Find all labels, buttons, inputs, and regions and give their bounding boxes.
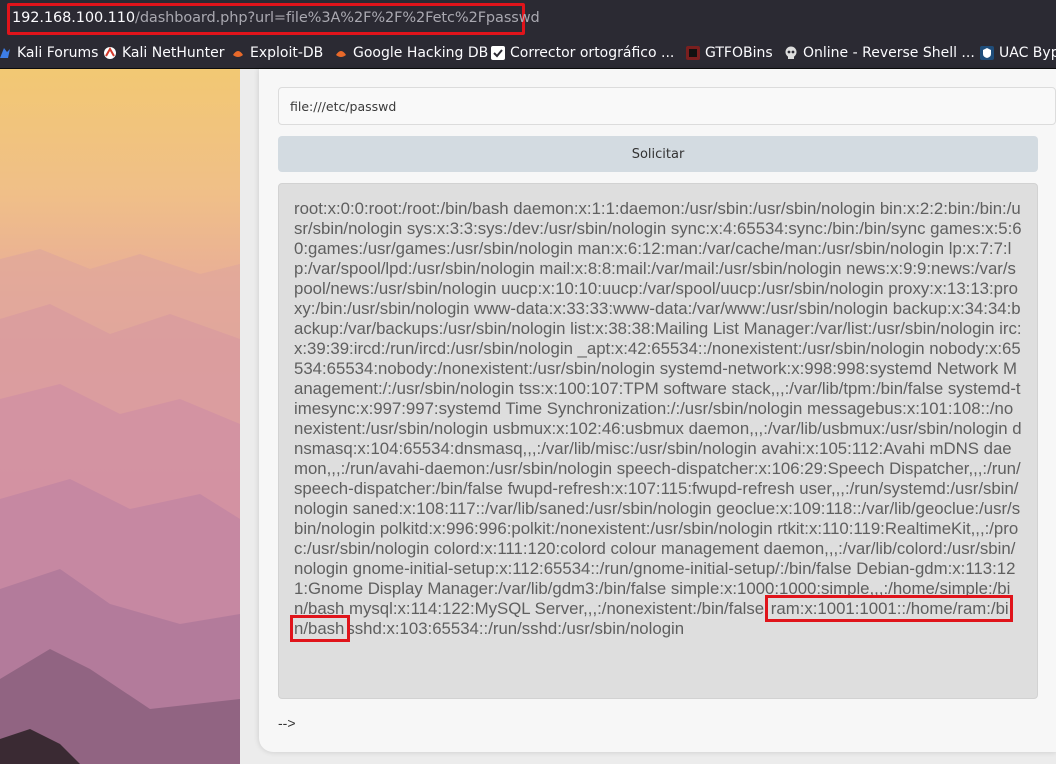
uac-icon — [980, 46, 994, 60]
bookmark-kali-forums[interactable]: Kali Forums — [0, 44, 98, 62]
skull-icon — [784, 46, 798, 60]
bookmark-uac-bypass[interactable]: UAC Byp — [980, 44, 1056, 62]
gtfobins-icon — [686, 46, 700, 60]
bookmark-label: UAC Byp — [999, 45, 1056, 61]
output-text-before: root:x:0:0:root:/root:/bin/bash daemon:x… — [294, 199, 1022, 618]
output-text-after: sshd:x:103:65534::/run/sshd:/usr/sbin/no… — [346, 619, 685, 638]
url-path: /dashboard.php?url=file%3A%2F%2F%2Fetc%2… — [135, 10, 540, 26]
desktop-wallpaper — [0, 69, 240, 764]
bookmark-reverse-shell[interactable]: Online - Reverse Shell ... — [784, 44, 975, 62]
bookmark-label: Exploit-DB — [250, 45, 324, 61]
bookmark-label: GTFOBins — [705, 45, 773, 61]
bookmark-corrector[interactable]: Corrector ortográfico ... — [491, 44, 674, 62]
url-bar[interactable]: 192.168.100.110/dashboard.php?url=file%3… — [0, 0, 1056, 38]
solicitar-button[interactable]: Solicitar — [278, 136, 1038, 172]
bookmark-label: Corrector ortográfico ... — [510, 45, 675, 61]
bookmark-label: Kali Forums — [17, 45, 99, 61]
request-card: Solicitar root:x:0:0:root:/root:/bin/bas… — [259, 69, 1056, 752]
spellcheck-icon — [491, 46, 505, 60]
trailing-comment: --> — [278, 715, 296, 731]
bookmark-gtfobins[interactable]: GTFOBins — [686, 44, 773, 62]
response-output: root:x:0:0:root:/root:/bin/bash daemon:x… — [278, 183, 1038, 699]
bookmark-label: Kali NetHunter — [122, 45, 225, 61]
web-page: Solicitar root:x:0:0:root:/root:/bin/bas… — [240, 69, 1056, 764]
bookmark-google-hacking-db[interactable]: Google Hacking DB — [334, 44, 488, 62]
url-host: 192.168.100.110 — [12, 10, 136, 26]
bookmark-exploit-db[interactable]: Exploit-DB — [231, 44, 323, 62]
bookmarks-toolbar: Kali Forums Kali NetHunter Exploit-DB Go… — [0, 38, 1056, 69]
passwd-contents: root:x:0:0:root:/root:/bin/bash daemon:x… — [290, 199, 1022, 642]
kali-dragon-icon — [0, 46, 12, 60]
bookmark-label: Online - Reverse Shell ... — [803, 45, 975, 61]
bookmark-label: Google Hacking DB — [353, 45, 489, 61]
ghdb-icon — [334, 46, 348, 60]
address-field[interactable]: 192.168.100.110/dashboard.php?url=file%3… — [12, 10, 540, 26]
bookmark-kali-nethunter[interactable]: Kali NetHunter — [103, 44, 224, 62]
url-input[interactable] — [278, 87, 1056, 125]
exploit-db-icon — [231, 46, 245, 60]
nethunter-icon — [103, 46, 117, 60]
